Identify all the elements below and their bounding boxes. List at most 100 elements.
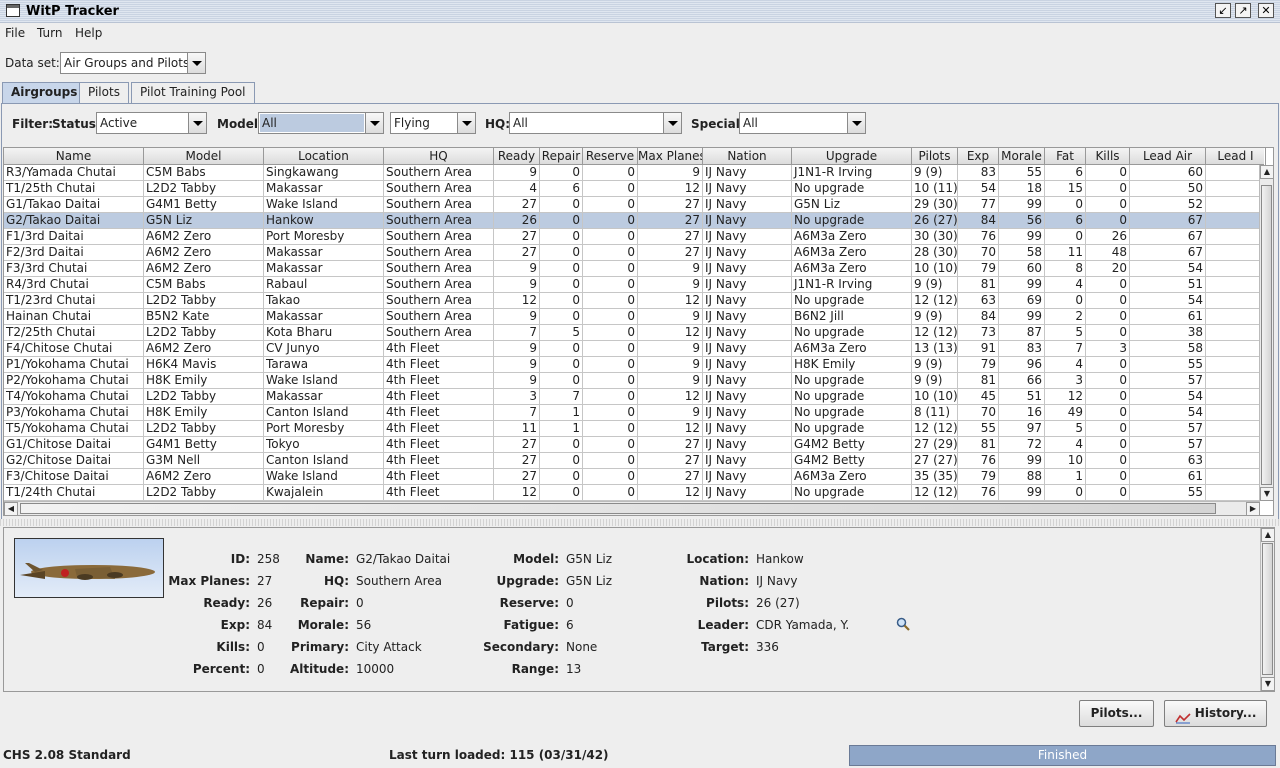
magnifier-icon[interactable] xyxy=(896,617,910,631)
scroll-down-icon[interactable]: ▼ xyxy=(1261,677,1274,691)
history-button[interactable]: History... xyxy=(1164,700,1267,727)
menu-file[interactable]: File xyxy=(5,26,25,40)
table-cell: 0 xyxy=(583,309,638,325)
chevron-down-icon[interactable] xyxy=(847,113,865,133)
table-row[interactable]: T5/Yokohama Chutai L2D2 Tabby Port Moresby… xyxy=(4,421,1266,437)
table-cell: 9 xyxy=(638,373,703,389)
column-header[interactable]: Fat xyxy=(1045,148,1086,165)
model-combo[interactable]: All xyxy=(258,112,384,134)
split-pane-divider[interactable] xyxy=(0,519,1280,526)
hq-combo[interactable]: All xyxy=(509,112,682,134)
column-header[interactable]: Ready xyxy=(494,148,540,165)
column-header[interactable]: Kills xyxy=(1086,148,1130,165)
close-icon[interactable]: ✕ xyxy=(1258,3,1274,18)
chevron-down-icon[interactable] xyxy=(188,113,206,133)
table-row[interactable]: P2/Yokohama Chutai H8K Emily Wake Island 4t… xyxy=(4,373,1266,389)
table-cell: IJ Navy xyxy=(703,373,792,389)
table-row[interactable]: T2/25th Chutai L2D2 Tabby Kota Bharu Southe… xyxy=(4,325,1266,341)
chevron-down-icon[interactable] xyxy=(663,113,681,133)
menu-help[interactable]: Help xyxy=(75,26,102,40)
scroll-up-icon[interactable]: ▲ xyxy=(1260,165,1273,179)
status-combo[interactable]: Active xyxy=(96,112,207,134)
maximize-icon[interactable]: ↗ xyxy=(1235,3,1251,18)
table-cell: 0 xyxy=(540,245,583,261)
table-cell: 66 xyxy=(999,373,1045,389)
table-row[interactable]: Hainan Chutai B5N2 Kate Makassar Southern A… xyxy=(4,309,1266,325)
column-header[interactable]: Lead I xyxy=(1206,148,1266,165)
table-cell: G4M1 Betty xyxy=(144,197,264,213)
column-header[interactable]: HQ xyxy=(384,148,494,165)
menu-turn[interactable]: Turn xyxy=(37,26,62,40)
iconify-icon[interactable]: ↙ xyxy=(1215,3,1231,18)
table-row[interactable]: T4/Yokohama Chutai L2D2 Tabby Makassar 4th … xyxy=(4,389,1266,405)
table-cell: 3 xyxy=(494,389,540,405)
table-cell: 55 xyxy=(958,421,999,437)
table-vertical-scrollbar[interactable]: ▲ ▼ xyxy=(1259,165,1273,501)
table-cell: 27 (29) xyxy=(912,437,958,453)
table-cell: 1 xyxy=(540,405,583,421)
table-row[interactable]: F3/3rd Chutai A6M2 Zero Makassar Southern A… xyxy=(4,261,1266,277)
name-value: G2/Takao Daitai xyxy=(356,552,451,566)
table-row[interactable]: G1/Takao Daitai G4M1 Betty Wake Island Sout… xyxy=(4,197,1266,213)
table-row[interactable]: T1/24th Chutai L2D2 Tabby Kwajalein 4th Fle… xyxy=(4,485,1266,501)
airgroups-table[interactable]: Name Model Location HQ Ready Repair Reserve Max… xyxy=(3,147,1274,516)
table-row[interactable]: G2/Takao Daitai G5N Liz Hankow Southern Are… xyxy=(4,213,1266,229)
chevron-down-icon[interactable] xyxy=(187,53,205,73)
leader-label: Leader: xyxy=(697,618,749,632)
column-header[interactable]: Reserve xyxy=(583,148,638,165)
column-header[interactable]: Pilots xyxy=(912,148,958,165)
kills-value: 0 xyxy=(257,640,265,654)
table-cell: 0 xyxy=(583,453,638,469)
table-row[interactable]: G2/Chitose Daitai G3M Nell Canton Island 4t… xyxy=(4,453,1266,469)
column-header[interactable]: Model xyxy=(144,148,264,165)
table-cell: 0 xyxy=(1086,325,1130,341)
chevron-down-icon[interactable] xyxy=(365,113,383,133)
table-cell: 4th Fleet xyxy=(384,469,494,485)
scroll-up-icon[interactable]: ▲ xyxy=(1261,528,1274,542)
fatigue-label: Fatigue: xyxy=(503,618,559,632)
dataset-combo[interactable]: Air Groups and Pilots xyxy=(60,52,206,74)
tab-pilots[interactable]: Pilots xyxy=(79,82,129,103)
table-row[interactable]: G1/Chitose Daitai G4M1 Betty Tokyo 4th Flee… xyxy=(4,437,1266,453)
table-horizontal-scrollbar[interactable]: ◀ ▶ xyxy=(4,501,1260,515)
scroll-thumb[interactable] xyxy=(1261,185,1272,485)
column-header[interactable]: Max Planes xyxy=(638,148,703,165)
column-header[interactable]: Repair xyxy=(540,148,583,165)
scroll-right-icon[interactable]: ▶ xyxy=(1246,502,1260,515)
table-cell: 9 (9) xyxy=(912,165,958,181)
table-row[interactable]: F1/3rd Daitai A6M2 Zero Port Moresby Southe… xyxy=(4,229,1266,245)
status-value: Active xyxy=(100,116,138,130)
special-combo[interactable]: All xyxy=(739,112,866,134)
column-header[interactable]: Nation xyxy=(703,148,792,165)
table-row[interactable]: P1/Yokohama Chutai H6K4 Mavis Tarawa 4th Fl… xyxy=(4,357,1266,373)
table-cell: A6M2 Zero xyxy=(144,341,264,357)
table-row[interactable]: R3/Yamada Chutai C5M Babs Singkawang Southe… xyxy=(4,165,1266,181)
tab-pilot-training-pool[interactable]: Pilot Training Pool xyxy=(131,82,255,103)
scroll-thumb[interactable] xyxy=(1262,543,1273,675)
scroll-left-icon[interactable]: ◀ xyxy=(4,502,18,515)
flying-combo[interactable]: Flying xyxy=(390,112,476,134)
table-row[interactable]: F4/Chitose Chutai A6M2 Zero CV Junyo 4th Fl… xyxy=(4,341,1266,357)
table-row[interactable]: R4/3rd Chutai C5M Babs Rabaul Southern Area… xyxy=(4,277,1266,293)
table-row[interactable]: T1/25th Chutai L2D2 Tabby Makassar Southern… xyxy=(4,181,1266,197)
table-row[interactable]: P3/Yokohama Chutai H8K Emily Canton Island… xyxy=(4,405,1266,421)
column-header[interactable]: Upgrade xyxy=(792,148,912,165)
column-header[interactable]: Lead Air xyxy=(1130,148,1206,165)
detail-vertical-scrollbar[interactable]: ▲ ▼ xyxy=(1260,528,1274,691)
column-header[interactable]: Name xyxy=(4,148,144,165)
range-label: Range: xyxy=(511,662,559,676)
table-row[interactable]: T1/23rd Chutai L2D2 Tabby Takao Southern Ar… xyxy=(4,293,1266,309)
range-value: 13 xyxy=(566,662,582,676)
pilots-button[interactable]: Pilots... xyxy=(1079,700,1154,727)
column-header[interactable]: Morale xyxy=(999,148,1045,165)
table-row[interactable]: F2/3rd Daitai A6M2 Zero Makassar Southern A… xyxy=(4,245,1266,261)
table-cell: G2/Chitose Daitai xyxy=(4,453,144,469)
tab-airgroups[interactable]: Airgroups xyxy=(2,82,87,103)
column-header[interactable]: Exp xyxy=(958,148,999,165)
column-header[interactable]: Location xyxy=(264,148,384,165)
scroll-down-icon[interactable]: ▼ xyxy=(1260,487,1273,501)
chevron-down-icon[interactable] xyxy=(457,113,475,133)
scroll-thumb[interactable] xyxy=(20,503,1216,514)
table-cell: IJ Navy xyxy=(703,421,792,437)
table-row[interactable]: F3/Chitose Daitai A6M2 Zero Wake Island 4th… xyxy=(4,469,1266,485)
